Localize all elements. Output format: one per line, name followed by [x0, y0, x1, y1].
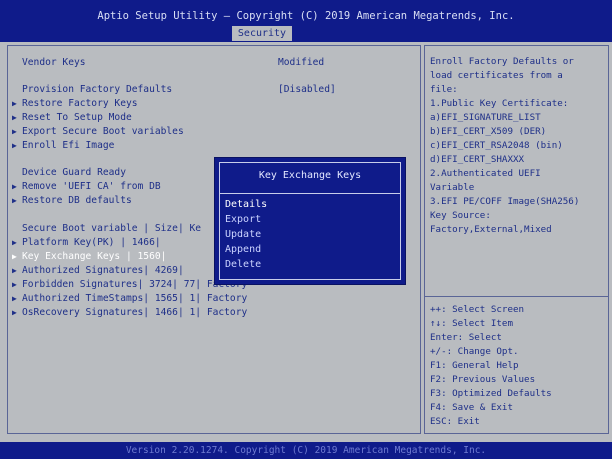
help-text-line: a)EFI_SIGNATURE_LIST [430, 112, 541, 123]
submenu-arrow-icon: ▶ [12, 252, 17, 261]
submenu-arrow-icon: ▶ [12, 196, 17, 205]
submenu-arrow-icon: ▶ [12, 280, 17, 289]
help-text-line: Enroll Factory Defaults or [430, 56, 574, 67]
menu-item-label: Enroll Efi Image [22, 140, 115, 151]
help-text-line: Factory,External,Mixed [430, 224, 552, 235]
tab-security[interactable]: Security [232, 26, 292, 41]
table-row-label: OsRecovery Signatures| 1466| 1| Factory [22, 307, 248, 318]
vendor-keys-label: Vendor Keys [22, 57, 86, 68]
key-help-line: ↑↓: Select Item [430, 318, 513, 329]
menu-item-label: Export Secure Boot variables [22, 126, 184, 137]
footer-version: Version 2.20.1274. Copyright (C) 2019 Am… [125, 445, 487, 456]
popup-option-append[interactable]: Append [225, 243, 261, 257]
submenu-arrow-icon: ▶ [12, 266, 17, 275]
device-guard-label: Device Guard Ready [22, 167, 126, 178]
table-header-label: Secure Boot variable | Size| Ke [22, 223, 202, 234]
key-help-line: +/-: Change Opt. [430, 346, 519, 357]
help-divider [424, 296, 609, 297]
popup-title-divider [219, 193, 401, 194]
menu-item-label: Remove 'UEFI CA' from DB [22, 181, 161, 192]
key-help-line: Enter: Select [430, 332, 502, 343]
menu-item-label: Restore Factory Keys [22, 98, 138, 109]
table-row-label: Authorized TimeStamps| 1565| 1| Factory [22, 293, 248, 304]
submenu-arrow-icon: ▶ [12, 294, 17, 303]
help-text-line: load certificates from a [430, 70, 563, 81]
help-text-line: 2.Authenticated UEFI [430, 168, 541, 179]
key-help-line: F2: Previous Values [430, 374, 536, 385]
popup-option-details[interactable]: Details [225, 198, 267, 212]
key-help-line: ESC: Exit [430, 416, 480, 427]
help-text-line: b)EFI_CERT_X509 (DER) [430, 126, 547, 137]
popup-option-export[interactable]: Export [225, 213, 261, 227]
help-text-line: 1.Public Key Certificate: [430, 98, 569, 109]
help-text-line: c)EFI_CERT_RSA2048 (bin) [430, 140, 563, 151]
help-text-line: Key Source: [430, 210, 491, 221]
menu-item-label: Reset To Setup Mode [22, 112, 132, 123]
submenu-arrow-icon: ▶ [12, 127, 17, 136]
submenu-arrow-icon: ▶ [12, 238, 17, 247]
table-row-label: Key Exchange Keys | 1560| [22, 251, 167, 262]
key-help-line: F3: Optimized Defaults [430, 388, 552, 399]
submenu-arrow-icon: ▶ [12, 308, 17, 317]
provision-factory-defaults-label: Provision Factory Defaults [22, 84, 173, 95]
provision-factory-defaults-value[interactable]: [Disabled] [278, 83, 336, 96]
popup-option-delete[interactable]: Delete [225, 258, 261, 272]
submenu-arrow-icon: ▶ [12, 113, 17, 122]
key-help-line: F4: Save & Exit [430, 402, 513, 413]
help-text-line: d)EFI_CERT_SHAXXX [430, 154, 525, 165]
popup-title: Key Exchange Keys [258, 170, 362, 181]
submenu-arrow-icon: ▶ [12, 99, 17, 108]
menu-item-label: Restore DB defaults [22, 195, 132, 206]
help-text-line: 3.EFI PE/COFF Image(SHA256) [430, 196, 580, 207]
app-title: Aptio Setup Utility – Copyright (C) 2019… [97, 10, 515, 22]
vendor-keys-value: Modified [278, 57, 325, 68]
help-text-line: file: [430, 84, 458, 95]
table-row-label: Authorized Signatures| 4269| [22, 265, 184, 276]
key-help-line: ++: Select Screen [430, 304, 525, 315]
submenu-arrow-icon: ▶ [12, 141, 17, 150]
popup-option-update[interactable]: Update [225, 228, 261, 242]
help-text-line: Variable [430, 182, 475, 193]
key-help-line: F1: General Help [430, 360, 519, 371]
table-row-label: Platform Key(PK) | 1466| [22, 237, 161, 248]
submenu-arrow-icon: ▶ [12, 182, 17, 191]
